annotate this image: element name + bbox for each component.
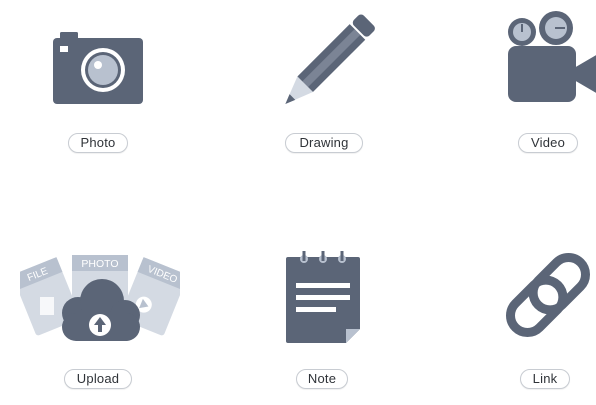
- upload-button[interactable]: Upload: [64, 369, 132, 389]
- tile-note[interactable]: Note: [258, 235, 408, 405]
- pencil-icon: [285, 14, 375, 105]
- video-button[interactable]: Video: [518, 133, 578, 153]
- drawing-button[interactable]: Drawing: [285, 133, 363, 153]
- chain-link-icon: [505, 252, 591, 338]
- note-button[interactable]: Note: [296, 369, 348, 389]
- camera-icon: [53, 32, 143, 104]
- video-camera-icon: [508, 11, 596, 102]
- photo-button[interactable]: Photo: [68, 133, 128, 153]
- tile-photo[interactable]: Photo: [20, 10, 170, 180]
- link-button[interactable]: Link: [520, 369, 570, 389]
- upload-cloud-icon: FILE PHOTO VIDEO: [20, 255, 180, 341]
- svg-text:PHOTO: PHOTO: [81, 258, 118, 270]
- notepad-icon: [286, 251, 360, 343]
- tile-upload[interactable]: FILE PHOTO VIDEO Upload: [20, 235, 180, 405]
- tile-drawing[interactable]: Drawing: [258, 10, 408, 180]
- tile-link[interactable]: Link: [488, 235, 596, 405]
- tile-video[interactable]: Video: [488, 10, 596, 180]
